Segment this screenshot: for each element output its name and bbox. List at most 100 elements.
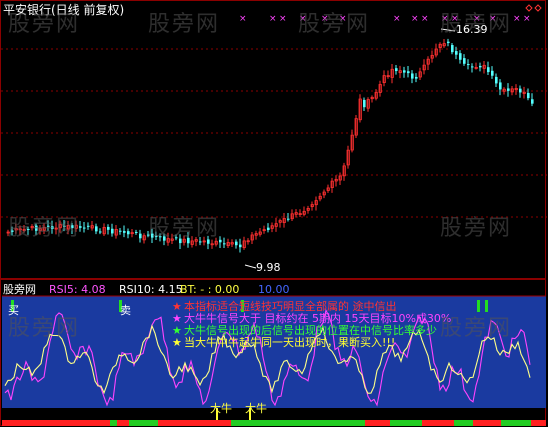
- candle-body: [87, 225, 90, 227]
- watermark: 股旁网: [8, 12, 81, 37]
- candle-body: [403, 70, 406, 73]
- signal-bar: [103, 420, 110, 426]
- watermark: 股旁网: [8, 216, 81, 241]
- star-icon: ★: [172, 336, 182, 349]
- watermark: 股旁网: [298, 12, 371, 37]
- candle-body: [507, 88, 510, 91]
- signal-bar: [158, 420, 172, 426]
- candle-body: [531, 99, 534, 104]
- watermark: 股旁网: [148, 12, 221, 37]
- low-price-label: 9.98: [256, 261, 281, 274]
- marker-x: ×: [421, 14, 429, 24]
- marker-x: ×: [239, 14, 247, 24]
- signal-bar: [172, 420, 190, 426]
- candle-body: [83, 227, 86, 229]
- signal-bar: [231, 420, 249, 426]
- candle-body: [287, 218, 290, 220]
- signal-bar: [480, 420, 501, 426]
- candle-body: [235, 241, 238, 246]
- marker-x: ×: [513, 14, 521, 24]
- signal-bar: [291, 420, 308, 426]
- candle-body: [99, 231, 102, 233]
- watermark: 股旁网: [8, 316, 81, 341]
- diamond-icon: [534, 4, 542, 12]
- candle-body: [495, 76, 498, 84]
- extra-value: 10.00: [258, 283, 290, 296]
- candle-body: [447, 41, 450, 44]
- signal-bar: [345, 420, 365, 426]
- signal-bar: [501, 420, 509, 426]
- signal-bar: [17, 420, 30, 426]
- high-price-label: 16.39: [456, 23, 488, 36]
- diamond-icon: [525, 4, 533, 12]
- candle-body: [239, 244, 242, 248]
- watermark: 股旁网: [440, 316, 513, 341]
- chart-window: × × × × × × × × × × × × × × × 平安银行(日线 前复权) 股旁网 RSI5: 4…: [0, 0, 548, 426]
- signal-bar: [43, 420, 53, 426]
- signal-bar: [129, 420, 136, 426]
- candle-body: [127, 231, 130, 235]
- marker-x: ×: [393, 14, 401, 24]
- note-line-4: 当大牛中牛起牛同一天出现时，果断买入!!!: [184, 336, 396, 349]
- signal-bar: [454, 420, 473, 426]
- candle-body: [395, 68, 398, 72]
- signal-bar: [365, 420, 390, 426]
- signal-bar: [72, 420, 84, 426]
- signal-bar: [308, 420, 332, 426]
- rsi5-label: RSI5: 4.08: [49, 283, 106, 296]
- watermark: 股旁网: [148, 216, 221, 241]
- candle-body: [499, 82, 502, 90]
- signal-bar: [390, 420, 397, 426]
- candle-body: [491, 70, 494, 76]
- signal-bar: [278, 420, 291, 426]
- candle-body: [455, 51, 458, 55]
- candle-body: [223, 243, 226, 245]
- signal-bar: [117, 420, 129, 426]
- candle-body: [135, 231, 138, 233]
- candle-body: [471, 66, 474, 68]
- marker-x: ×: [411, 14, 419, 24]
- marker-x: ×: [279, 14, 287, 24]
- signal-bar: [249, 420, 258, 426]
- candle-body: [119, 230, 122, 232]
- indicator-name: 股旁网: [3, 283, 36, 296]
- signal-bar: [84, 420, 103, 426]
- signal-bar: [53, 420, 61, 426]
- candle-body: [459, 53, 462, 60]
- candle-body: [467, 64, 470, 66]
- signal-bar: [190, 420, 214, 426]
- bt-label: BT: - : 0.00: [180, 283, 240, 296]
- low-arrow: [244, 264, 257, 269]
- signal-bar: [397, 420, 422, 426]
- signal-bar: [422, 420, 433, 426]
- candle-body: [123, 231, 126, 233]
- watermark: 股旁网: [440, 216, 513, 241]
- candle-body: [527, 92, 530, 99]
- rsi10-label: RSI10: 4.15: [119, 283, 183, 296]
- signal-bar: [332, 420, 345, 426]
- marker-x: ×: [269, 14, 277, 24]
- bull-label: 大牛: [210, 402, 232, 415]
- candle-body: [463, 58, 466, 64]
- candle-body: [487, 67, 490, 73]
- candle-body: [107, 226, 110, 230]
- signal-bar: [531, 420, 546, 426]
- signal-bar: [224, 420, 231, 426]
- candle-body: [363, 99, 366, 108]
- candle-body: [519, 88, 522, 93]
- signal-bar: [473, 420, 480, 426]
- signal-bar: [433, 420, 454, 426]
- candle-body: [479, 65, 482, 68]
- bull-label: 大牛: [245, 402, 267, 415]
- candle-body: [111, 228, 114, 234]
- signal-bar: [30, 420, 43, 426]
- candle-body: [267, 227, 270, 231]
- signal-bar: [2, 420, 17, 426]
- signal-bar: [136, 420, 158, 426]
- candle-body: [95, 226, 98, 232]
- signal-bar: [214, 420, 224, 426]
- candle-body: [139, 233, 142, 239]
- sell-marker: 卖: [120, 304, 131, 317]
- candle-body: [451, 45, 454, 53]
- signal-bar: [61, 420, 72, 426]
